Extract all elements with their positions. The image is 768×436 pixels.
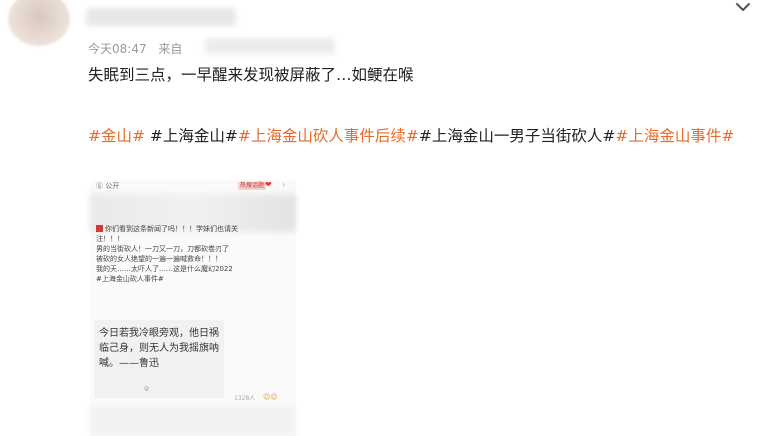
- hashtag-link[interactable]: #上海金山一男子当街砍人#: [419, 127, 615, 145]
- hot-topic-badge: 热搜话题: [238, 182, 266, 190]
- avatar[interactable]: [8, 0, 70, 46]
- embedded-line: 男的当街砍人！一刀又一刀，刀都砍卷刃了: [96, 245, 229, 253]
- embedded-post-body: 你们看到这条新闻了吗！！！学妹们也请关 注！！！ 男的当街砍人！一刀又一刀，刀都…: [96, 224, 292, 284]
- embedded-header: ⓖ 公开 热搜话题 ❤ ›: [90, 180, 296, 192]
- chevron-down-icon[interactable]: [734, 0, 752, 16]
- quote-text: 今日若我冷眼旁观，他日祸临己身，则无人为我摇旗呐喊。——鲁迅: [99, 328, 219, 369]
- news-icon: [96, 225, 103, 232]
- heart-icon: ❤: [265, 180, 272, 189]
- post-text: 失眠到三点，一早醒来发现被屏蔽了…如鲠在喉: [88, 66, 414, 84]
- hashtag-link[interactable]: #上海金山#: [145, 127, 238, 145]
- post-meta: 今天08:47 来自: [88, 40, 182, 57]
- watermark: @: [144, 386, 149, 392]
- quote-image[interactable]: 今日若我冷眼旁观，他日祸临己身，则无人为我摇旗呐喊。——鲁迅 @: [94, 320, 224, 398]
- username-redacted[interactable]: [86, 8, 236, 26]
- source-redacted: [205, 38, 335, 54]
- embedded-line: 被砍的女人绝望的一遍一遍喊救命！！！: [96, 255, 222, 263]
- embedded-line: 你们看到这条新闻了吗！！！学妹们也请关: [105, 225, 238, 233]
- embedded-line: #上海金山砍人事件#: [96, 275, 164, 283]
- public-label: ⓖ 公开: [96, 182, 120, 190]
- hashtag-line: #金山# #上海金山##上海金山砍人事件后续##上海金山一男子当街砍人##上海金…: [88, 122, 758, 150]
- post-timestamp: 今天08:47: [88, 42, 147, 56]
- reaction-count: 1328人: [234, 395, 256, 402]
- hashtag-link[interactable]: #上海金山砍人事件后续#: [238, 127, 419, 145]
- hashtag-link[interactable]: #金山#: [88, 127, 145, 145]
- embedded-line: 我的天……太吓人了……这是什么魔幻2022: [96, 265, 233, 273]
- embedded-screenshot[interactable]: ⓖ 公开 热搜话题 ❤ › 你们看到这条新闻了吗！！！学妹们也请关 注！！！ 男…: [90, 180, 296, 436]
- public-icon: ⓖ: [96, 182, 103, 190]
- chevron-right-icon: ›: [282, 180, 286, 189]
- emoji-reactions-icon: ☺☺: [263, 393, 278, 401]
- embedded-line: 注！！！: [96, 235, 124, 243]
- hashtag-link[interactable]: #上海金山事件#: [615, 127, 734, 145]
- post-source: 来自: [158, 42, 183, 56]
